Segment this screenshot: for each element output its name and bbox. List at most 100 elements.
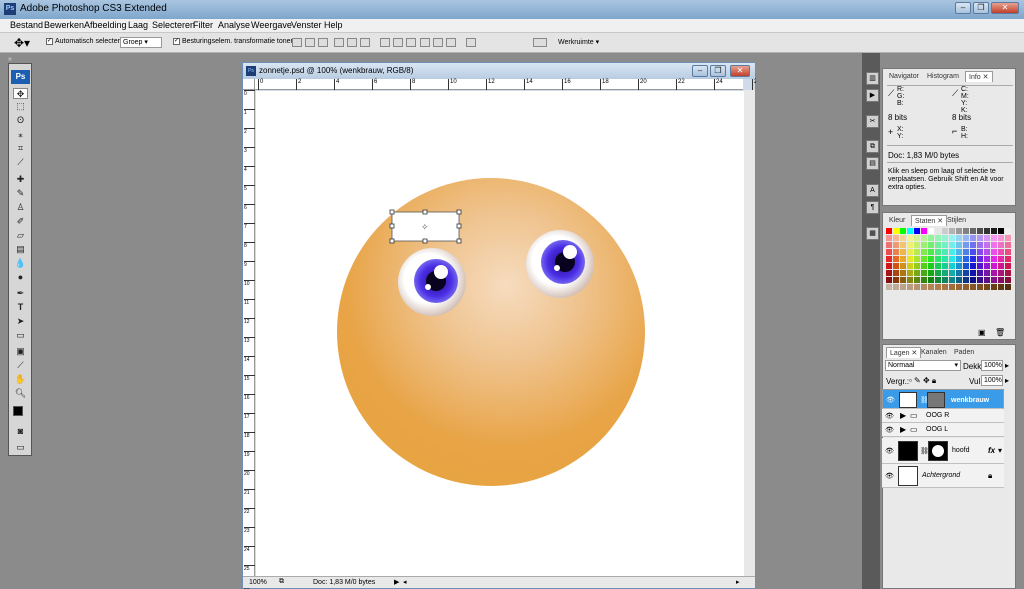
color-swatch[interactable] [921, 242, 927, 248]
color-swatch[interactable] [914, 228, 920, 234]
color-swatch[interactable] [998, 284, 1004, 290]
delete-swatch-icon[interactable]: 🗑︎ [995, 328, 1005, 337]
fill-input[interactable]: 100% [981, 375, 1003, 386]
restore-button[interactable]: ❐ [973, 2, 989, 14]
color-swatch[interactable] [998, 263, 1004, 269]
color-swatch[interactable] [921, 263, 927, 269]
align-top-icon[interactable] [292, 38, 302, 47]
color-swatch[interactable] [907, 284, 913, 290]
color-swatch[interactable] [1005, 284, 1011, 290]
color-swatch[interactable] [914, 277, 920, 283]
color-swatch[interactable] [935, 284, 941, 290]
color-swatch[interactable] [921, 270, 927, 276]
minimize-button[interactable]: – [955, 2, 971, 14]
color-swatch[interactable] [998, 242, 1004, 248]
new-swatch-icon[interactable]: ▣ [978, 328, 986, 337]
color-swatch[interactable] [928, 270, 934, 276]
color-swatch[interactable] [886, 284, 892, 290]
tab-navigator[interactable]: Navigator [886, 71, 922, 82]
color-swatch[interactable] [977, 235, 983, 241]
color-swatch[interactable] [893, 249, 899, 255]
color-swatch[interactable] [1005, 270, 1011, 276]
color-swatch[interactable] [935, 263, 941, 269]
visibility-eye-icon[interactable]: 👁︎ [886, 396, 895, 405]
color-swatch[interactable] [956, 235, 962, 241]
color-swatch[interactable] [998, 228, 1004, 234]
clone-source-panel-icon[interactable]: ✂ [866, 115, 879, 128]
shape-tool-icon[interactable]: ▭ [13, 330, 28, 341]
color-swatch[interactable] [984, 235, 990, 241]
color-swatch[interactable] [970, 284, 976, 290]
color-swatch[interactable] [1005, 228, 1011, 234]
color-swatch[interactable] [963, 235, 969, 241]
color-swatch[interactable] [984, 242, 990, 248]
color-swatch[interactable] [1005, 277, 1011, 283]
color-swatch[interactable] [942, 284, 948, 290]
status-menu-arrow-icon[interactable]: ▶ [394, 578, 399, 586]
color-swatch[interactable] [928, 256, 934, 262]
tab-staten[interactable]: Staten ✕ [911, 215, 948, 226]
notes-tool-icon[interactable]: ▣ [13, 346, 28, 357]
doc-minimize-button[interactable]: – [692, 65, 708, 77]
color-swatch[interactable] [1005, 235, 1011, 241]
zoom-tool-icon[interactable]: 🔍︎ [13, 388, 28, 399]
color-swatch[interactable] [991, 277, 997, 283]
color-swatch[interactable] [914, 270, 920, 276]
color-swatch[interactable] [942, 235, 948, 241]
eraser-tool-icon[interactable]: ▱ [13, 230, 28, 241]
color-swatch[interactable] [949, 235, 955, 241]
color-swatch[interactable] [886, 242, 892, 248]
fx-expand-icon[interactable]: ▾ [998, 446, 1002, 455]
align-right-icon[interactable] [360, 38, 370, 47]
color-swatch[interactable] [956, 277, 962, 283]
history-brush-tool-icon[interactable]: ✐ [13, 216, 28, 227]
color-swatch[interactable] [886, 270, 892, 276]
color-swatch[interactable] [921, 235, 927, 241]
distribute-left-icon[interactable] [420, 38, 430, 47]
color-swatch[interactable] [935, 277, 941, 283]
move-tool-icon[interactable]: ✥ [13, 88, 28, 99]
color-swatch[interactable] [1005, 256, 1011, 262]
color-swatch[interactable] [963, 284, 969, 290]
distribute-right-icon[interactable] [446, 38, 456, 47]
color-swatch[interactable] [893, 228, 899, 234]
fx-badge[interactable]: fx [988, 446, 995, 455]
crop-tool-icon[interactable]: ⌗ [13, 143, 28, 154]
opacity-input[interactable]: 100% [981, 360, 1003, 371]
color-swatch[interactable] [921, 256, 927, 262]
tab-kanalen[interactable]: Kanalen [918, 347, 950, 358]
color-swatch[interactable] [942, 228, 948, 234]
color-swatch[interactable] [893, 277, 899, 283]
color-swatch[interactable] [886, 263, 892, 269]
character-panel-icon[interactable]: A [866, 184, 879, 197]
color-swatch[interactable] [907, 270, 913, 276]
color-swatch[interactable] [1005, 242, 1011, 248]
layer-row-wenkbrauw[interactable]: 👁︎ ⛓ wenkbrauw [882, 389, 1004, 409]
auto-align-icon[interactable] [466, 38, 476, 47]
eyedropper-tool-icon[interactable]: ⟋ [13, 360, 28, 371]
color-swatch[interactable] [956, 256, 962, 262]
color-swatch[interactable] [942, 256, 948, 262]
color-swatch[interactable] [900, 263, 906, 269]
color-swatch[interactable] [900, 235, 906, 241]
color-swatch[interactable] [970, 242, 976, 248]
color-swatch[interactable] [970, 228, 976, 234]
fill-arrow-icon[interactable]: ▸ [1005, 376, 1009, 385]
distribute-hcenter-icon[interactable] [433, 38, 443, 47]
color-swatch[interactable] [942, 270, 948, 276]
canvas[interactable]: ✧ [256, 91, 744, 577]
hand-tool-icon[interactable]: ✋ [13, 374, 28, 385]
color-swatch[interactable] [977, 256, 983, 262]
slice-tool-icon[interactable]: ⟋ [13, 157, 28, 168]
color-swatch[interactable] [914, 235, 920, 241]
color-swatch[interactable] [998, 235, 1004, 241]
tab-histogram[interactable]: Histogram [924, 71, 962, 82]
color-swatch[interactable] [921, 249, 927, 255]
workspace-menu[interactable]: Werkruimte ▾ [558, 38, 599, 46]
menu-weergave[interactable]: Weergave [251, 20, 292, 30]
color-swatch[interactable] [907, 235, 913, 241]
color-swatch[interactable] [928, 228, 934, 234]
color-swatch[interactable] [914, 284, 920, 290]
color-swatch[interactable] [984, 277, 990, 283]
color-swatch[interactable] [900, 228, 906, 234]
